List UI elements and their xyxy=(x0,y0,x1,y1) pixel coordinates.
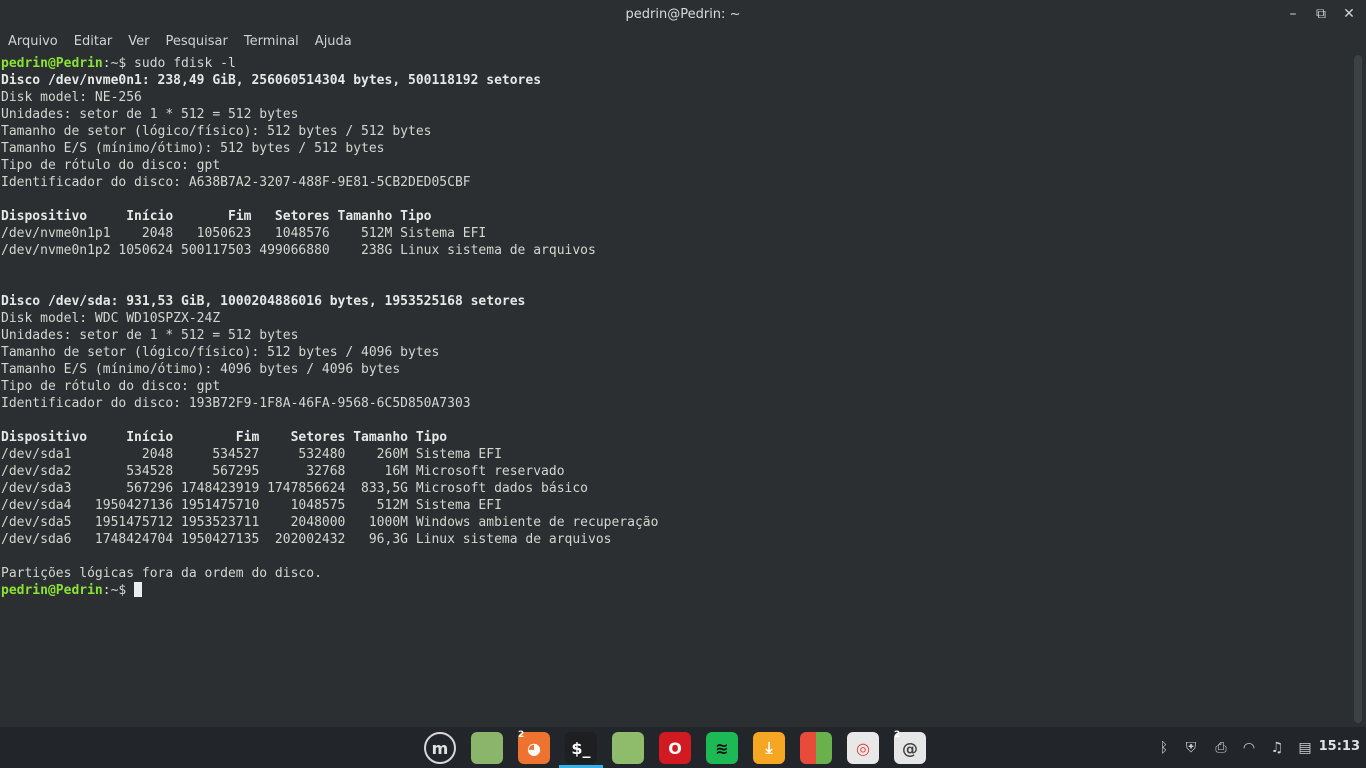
disk-info: Disk model: NE-256 xyxy=(1,90,142,105)
menu-bar: Arquivo Editar Ver Pesquisar Terminal Aj… xyxy=(0,30,1366,52)
text-cursor xyxy=(134,582,143,597)
partition-row: /dev/sda5 1951475712 1953523711 2048000 … xyxy=(1,515,659,530)
desktop-icon[interactable] xyxy=(471,732,503,764)
software-manager-icon[interactable]: ⤓ xyxy=(753,732,785,764)
partition-row: /dev/sda6 1748424704 1950427135 20200243… xyxy=(1,532,612,547)
disk-info: Identificador do disco: A638B7A2-3207-48… xyxy=(1,175,471,190)
printer-icon[interactable]: ⎙ xyxy=(1212,739,1230,757)
prompt-line: pedrin@Pedrin:~$ xyxy=(1,582,143,598)
disk-info: Tipo de rótulo do disco: gpt xyxy=(1,158,221,173)
disk-info: Tipo de rótulo do disco: gpt xyxy=(1,379,221,394)
wifi-icon[interactable]: ◠ xyxy=(1240,739,1258,757)
clock[interactable]: 15:13 xyxy=(1319,739,1360,754)
bluetooth-icon[interactable]: ᛒ xyxy=(1155,739,1173,757)
menu-ajuda[interactable]: Ajuda xyxy=(315,34,352,49)
window-title: pedrin@Pedrin: ~ xyxy=(625,6,741,22)
disk-info: Tamanho E/S (mínimo/ótimo): 4096 bytes /… xyxy=(1,362,401,377)
sound-icon[interactable]: ♫ xyxy=(1268,739,1286,757)
firefox-icon[interactable]: ◕ 2 xyxy=(518,730,550,764)
disk-info: Tamanho de setor (lógico/físico): 512 by… xyxy=(1,124,432,139)
partition-row: /dev/sda1 2048 534527 532480 260M Sistem… xyxy=(1,447,502,462)
window-count-badge: 2 xyxy=(894,730,901,740)
window-controls: – ⧉ ✕ xyxy=(1282,4,1360,24)
disk-header: Disco /dev/nvme0n1: 238,49 GiB, 25606051… xyxy=(1,73,542,88)
prompt-user: pedrin@Pedrin xyxy=(1,583,103,598)
partition-row: /dev/sda4 1950427136 1951475710 1048575 … xyxy=(1,498,502,513)
menu-ver[interactable]: Ver xyxy=(128,34,149,49)
partition-table-header: Dispositivo Início Fim Setores Tamanho T… xyxy=(1,209,432,224)
spotify-icon[interactable]: ≋ xyxy=(706,732,738,764)
window-count-badge: 2 xyxy=(518,730,525,740)
disk-info: Disk model: WDC WD10SPZX-24Z xyxy=(1,311,221,326)
opera-icon[interactable]: O xyxy=(659,732,691,764)
minimize-button[interactable]: – xyxy=(1282,4,1304,24)
terminal-scrollbar[interactable] xyxy=(1354,55,1362,725)
command-text: sudo fdisk -l xyxy=(126,56,236,71)
terminal-icon[interactable]: $_ xyxy=(565,732,597,764)
chrome-icon[interactable]: ◎ xyxy=(847,732,879,764)
office-icon[interactable] xyxy=(800,732,832,764)
menu-editar[interactable]: Editar xyxy=(74,34,113,49)
menu-terminal[interactable]: Terminal xyxy=(244,34,299,49)
partition-row: /dev/sda3 567296 1748423919 1747856624 8… xyxy=(1,481,588,496)
partition-table-header: Dispositivo Início Fim Setores Tamanho T… xyxy=(1,430,448,445)
disk-info: Identificador do disco: 193B72F9-1F8A-46… xyxy=(1,396,471,411)
prompt-path: :~$ xyxy=(102,583,127,598)
disk-info: Unidades: setor de 1 * 512 = 512 bytes xyxy=(1,328,299,343)
disk-info: Tamanho E/S (mínimo/ótimo): 512 bytes / … xyxy=(1,141,385,156)
shield-update-icon[interactable]: ⛨ xyxy=(1182,739,1200,757)
partition-row: /dev/sda2 534528 567295 32768 16M Micros… xyxy=(1,464,565,479)
mint-menu-icon[interactable]: m xyxy=(424,732,456,764)
partition-row: /dev/nvme0n1p2 1050624 500117503 4990668… xyxy=(1,243,596,258)
disk-info: Tamanho de setor (lógico/físico): 512 by… xyxy=(1,345,440,360)
taskbar: m ◕ 2 $_ O ≋ ⤓ ◎ @2 ᛒ ⛨ ⎙ ◠ ♫ ▤ 15:13 xyxy=(0,727,1366,768)
prompt-path: :~$ xyxy=(102,56,127,71)
clipboard-icon[interactable]: ▤ xyxy=(1296,739,1314,757)
terminal-output[interactable]: pedrin@Pedrin:~$ sudo fdisk -l Disco /de… xyxy=(0,55,1352,725)
menu-arquivo[interactable]: Arquivo xyxy=(8,34,58,49)
footer-message: Partições lógicas fora da ordem do disco… xyxy=(1,566,322,581)
scrollbar-thumb[interactable] xyxy=(1354,55,1362,723)
partition-row: /dev/nvme0n1p1 2048 1050623 1048576 512M… xyxy=(1,226,487,241)
maximize-button[interactable]: ⧉ xyxy=(1310,4,1332,24)
window-titlebar[interactable]: pedrin@Pedrin: ~ – ⧉ ✕ xyxy=(0,0,1366,28)
files-icon[interactable] xyxy=(612,732,644,764)
close-button[interactable]: ✕ xyxy=(1338,4,1360,24)
menu-pesquisar[interactable]: Pesquisar xyxy=(166,34,228,49)
disk-header: Disco /dev/sda: 931,53 GiB, 100020488601… xyxy=(1,294,526,309)
mail-icon[interactable]: @2 xyxy=(894,730,926,764)
prompt-line: pedrin@Pedrin:~$ sudo fdisk -l xyxy=(1,56,236,71)
disk-info: Unidades: setor de 1 * 512 = 512 bytes xyxy=(1,107,299,122)
prompt-user: pedrin@Pedrin xyxy=(1,56,103,71)
